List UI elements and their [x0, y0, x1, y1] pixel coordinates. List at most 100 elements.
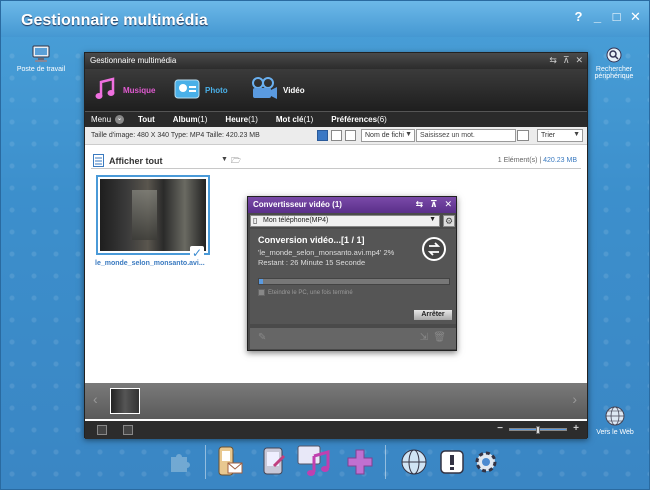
conversion-heading: Conversion vidéo...[1 / 1] [258, 235, 365, 245]
converter-body: Conversion vidéo...[1 / 1] 'le_monde_sel… [250, 229, 456, 324]
nav-keyword[interactable]: Mot clé(1) [276, 115, 313, 124]
grid-view-icon[interactable] [317, 130, 328, 141]
workstation-button[interactable]: Poste de travail [13, 45, 69, 73]
close-button[interactable]: ✕ [630, 10, 641, 24]
nav-keyword-count: (1) [303, 115, 314, 124]
show-all-dropdown-icon[interactable]: ▼ [221, 156, 228, 163]
menu-chevron-icon[interactable]: ⌄ [115, 115, 125, 124]
folder-icon[interactable]: 🗁 [231, 155, 241, 169]
puzzle-icon[interactable] [161, 443, 199, 481]
total-size: 420.23 MB [543, 157, 577, 164]
device-value: Mon téléphone(MP4) [263, 217, 329, 224]
search-icon[interactable] [517, 130, 529, 141]
tab-photo-label: Photo [205, 85, 228, 95]
nav-all[interactable]: Tout [138, 115, 155, 124]
nav-preferences-count: (6) [377, 115, 387, 124]
strip-prev-icon[interactable]: ‹ [93, 391, 98, 407]
filmstrip: ‹ › [85, 383, 587, 419]
stop-button[interactable]: Arrêter [413, 309, 453, 321]
converter-title-bar: Convertisseur vidéo (1) ⇆ ⊼ ✕ [248, 197, 456, 213]
chevron-down-icon: ▼ [573, 131, 580, 138]
selected-check-icon[interactable]: ✓ [190, 246, 204, 260]
globe-icon [605, 406, 625, 426]
gear-icon[interactable] [467, 443, 505, 481]
minimize-button[interactable]: _ [592, 10, 603, 24]
tab-photo[interactable]: Photo [173, 75, 228, 105]
thumbnail-list-icon[interactable] [123, 425, 133, 435]
help-button[interactable]: ? [573, 10, 584, 24]
workstation-label: Poste de travail [16, 66, 66, 73]
converter-controls: ⇆ ⊼ ✕ [416, 199, 452, 210]
converter-title: Convertisseur vidéo [253, 200, 330, 209]
strip-next-icon[interactable]: › [572, 391, 577, 407]
nav-hour-label: Heure [225, 115, 249, 124]
tab-video[interactable]: Vidéo [249, 75, 305, 105]
nav-album-label: Album [172, 115, 198, 124]
nav-album[interactable]: Album(1) [173, 115, 208, 124]
computer-icon [31, 45, 51, 63]
conversion-progress-bar [258, 278, 450, 285]
maximize-button[interactable]: □ [611, 10, 622, 24]
converter-restore-icon[interactable]: ⇆ [416, 199, 424, 210]
media-sync-icon[interactable] [295, 441, 337, 483]
search-input[interactable]: Saisissez un mot. [416, 129, 516, 142]
phone-icon: ▯ [253, 216, 258, 225]
converter-edit-icon[interactable]: ✎ [258, 332, 266, 343]
dock-separator [385, 445, 386, 479]
tab-video-label: Vidéo [283, 85, 305, 95]
zoom-slider-handle[interactable] [536, 426, 540, 434]
alert-icon[interactable] [433, 443, 471, 481]
app-window: Gestionnaire multimédia ? _ □ ✕ Poste de… [0, 0, 650, 490]
sort-order-select[interactable]: Trier ▼ [537, 129, 583, 142]
magnifier-icon [606, 47, 622, 63]
zoom-slider[interactable] [509, 426, 567, 434]
music-note-icon [93, 76, 119, 104]
video-file-name[interactable]: le_monde_selon_monsanto.avi... [95, 260, 205, 267]
progress-fill [259, 279, 263, 284]
device-edit-icon[interactable] [255, 443, 293, 481]
detail-view-icon[interactable] [345, 130, 356, 141]
phone-message-icon[interactable] [211, 443, 249, 481]
shutdown-checkbox[interactable] [258, 289, 265, 296]
web-label: Vers le Web [596, 429, 634, 436]
nav-album-count: (1) [197, 115, 208, 124]
add-icon[interactable] [341, 443, 379, 481]
converter-settings-icon[interactable]: ⚙ [443, 215, 455, 227]
shutdown-option[interactable]: Eteindre le PC, une fois terminé [258, 289, 353, 296]
content-header: Afficher tout ▼ 🗁 1 Elément(s) | 420.23 … [91, 153, 581, 169]
dock-separator [205, 445, 206, 479]
chevron-down-icon: ▼ [429, 216, 436, 223]
sort-field-value: Nom de fichi [365, 132, 404, 139]
thumbnail-grid-icon[interactable] [97, 425, 107, 435]
converter-export-icon[interactable]: ⇲ [420, 332, 428, 343]
zoom-out-icon[interactable]: − [497, 423, 503, 434]
device-select[interactable]: ▯ Mon téléphone(MP4) ▼ [250, 215, 440, 227]
film-camera-icon [249, 76, 279, 104]
video-thumbnail[interactable] [96, 175, 210, 255]
converter-close-icon[interactable]: ✕ [444, 199, 452, 210]
nav-preferences[interactable]: Préférences(6) [331, 115, 387, 124]
shutdown-label: Eteindre le PC, une fois terminé [268, 289, 353, 296]
bottom-toolbar: − + [85, 421, 587, 439]
panel-title-bar: Gestionnaire multimédia ⇆ ⊼ ✕ [85, 53, 587, 69]
converter-title-count: (1) [332, 200, 342, 209]
nav-hour[interactable]: Heure(1) [225, 115, 257, 124]
video-frame-image [100, 179, 206, 251]
photo-icon [173, 77, 201, 103]
zoom-in-icon[interactable]: + [573, 423, 579, 434]
tab-music[interactable]: Musique [93, 75, 155, 105]
menu-button[interactable]: Menu [91, 115, 111, 124]
panel-pin-icon[interactable]: ⊼ [563, 55, 570, 66]
panel-close-icon[interactable]: ✕ [575, 55, 583, 66]
panel-restore-icon[interactable]: ⇆ [549, 55, 557, 66]
sort-field-select[interactable]: Nom de fichi ▼ [361, 129, 415, 142]
globe-icon[interactable] [395, 443, 433, 481]
converter-trash-icon[interactable]: 🗑 [433, 332, 446, 343]
converter-pin-icon[interactable]: ⊼ [430, 199, 437, 210]
filmstrip-thumbnail[interactable] [110, 388, 140, 414]
search-device-button[interactable]: Rechercher périphérique [589, 47, 639, 80]
web-button[interactable]: Vers le Web [595, 406, 635, 436]
sort-order-value: Trier [541, 132, 556, 139]
list-view-icon[interactable] [331, 130, 342, 141]
item-count-text: 1 Elément(s) [497, 157, 538, 164]
